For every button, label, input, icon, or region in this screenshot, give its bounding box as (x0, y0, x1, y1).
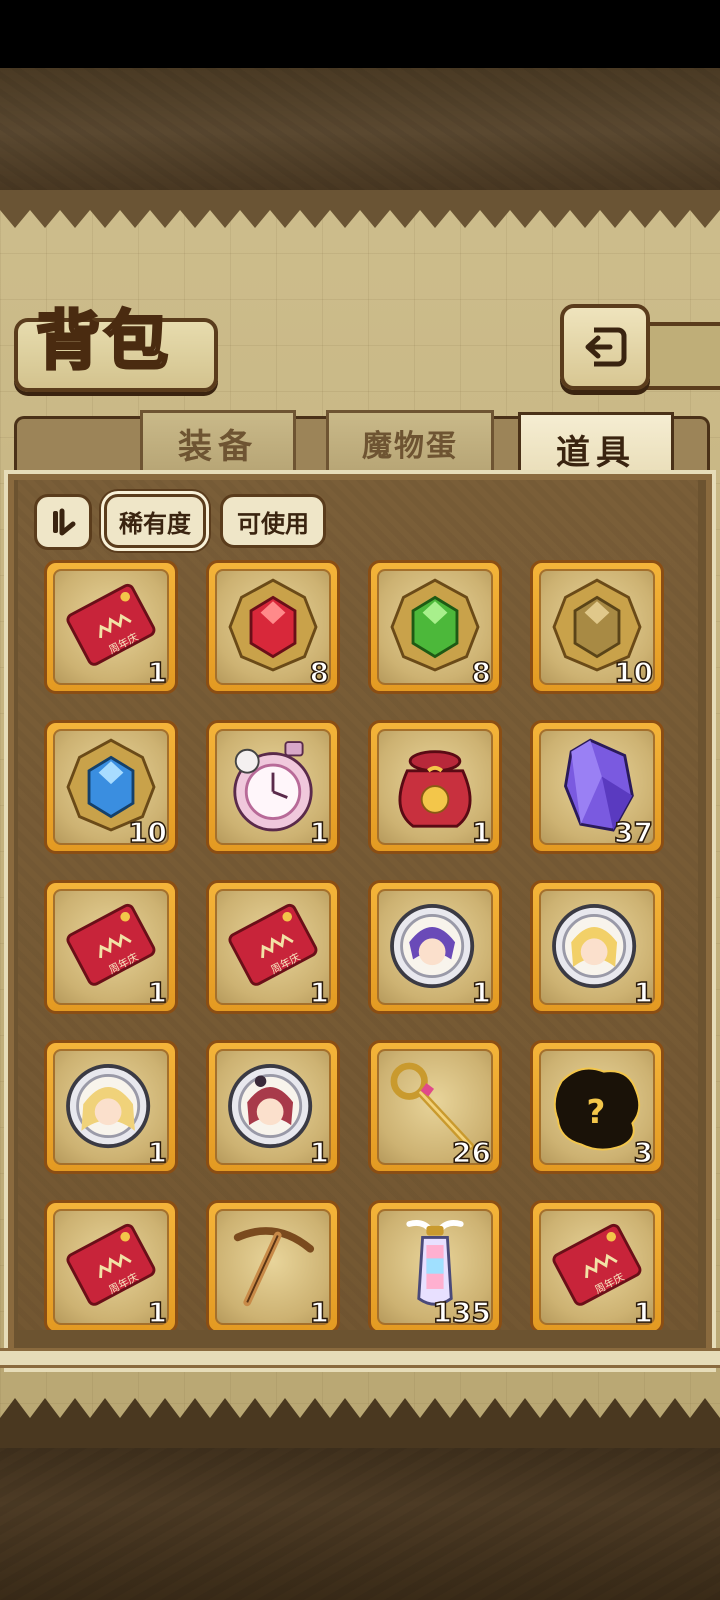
item-slot[interactable]: 周年庆 1 (530, 1200, 664, 1330)
item-slot[interactable]: 37 (530, 720, 664, 854)
item-count: 1 (309, 975, 330, 1010)
zigzag-edge-bottom (0, 1398, 720, 1448)
item-slot[interactable]: 10 (44, 720, 178, 854)
item-slot[interactable]: 1 (206, 720, 340, 854)
item-count: 1 (147, 975, 168, 1010)
return-arrow-icon (585, 327, 627, 367)
tab-equipment[interactable]: 装备 (140, 410, 296, 476)
item-count: 8 (471, 655, 492, 690)
tab-monster-eggs[interactable]: 魔物蛋 (326, 410, 494, 476)
item-count: 135 (432, 1295, 492, 1330)
item-count: 1 (309, 815, 330, 850)
item-slot[interactable]: 1 (368, 880, 502, 1014)
item-slot[interactable]: 周年庆 1 (206, 880, 340, 1014)
item-slot[interactable]: 10 (530, 560, 664, 694)
item-count: 1 (471, 815, 492, 850)
item-count: 1 (309, 1295, 330, 1330)
back-button[interactable] (560, 304, 650, 390)
item-count: 1 (471, 975, 492, 1010)
item-slot[interactable]: 周年庆 1 (44, 880, 178, 1014)
sort-toggle-icon (53, 508, 76, 536)
item-slot[interactable]: 1 (368, 720, 502, 854)
page-title: 背包 (35, 303, 172, 381)
item-slot[interactable]: 1 (530, 880, 664, 1014)
item-count: 1 (633, 975, 654, 1010)
item-count: 10 (613, 655, 653, 690)
item-count: 37 (613, 815, 653, 850)
sort-order-button[interactable] (34, 494, 92, 550)
item-slot[interactable]: 1 (206, 1040, 340, 1174)
status-bar (0, 0, 720, 68)
item-count: 1 (147, 1295, 168, 1330)
item-slot[interactable]: 1 (44, 1040, 178, 1174)
item-count: 1 (147, 655, 168, 690)
item-count: 26 (451, 1135, 491, 1170)
item-slot[interactable]: 周年庆 1 (44, 1200, 178, 1330)
item-count: 1 (633, 1295, 654, 1330)
item-count: 10 (127, 815, 167, 850)
item-count: 1 (147, 1135, 168, 1170)
filter-usable-button[interactable]: 可使用 (220, 494, 326, 548)
filter-rarity-button[interactable]: 稀有度 (104, 494, 206, 548)
item-grid: 周年庆 1 8 8 10 10 1 1 37 周年庆 1 周年庆 1 1 1 1… (20, 552, 700, 1330)
item-count: 1 (309, 1135, 330, 1170)
item-slot[interactable]: 8 (206, 560, 340, 694)
item-slot[interactable]: ? 3 (530, 1040, 664, 1174)
item-slot[interactable]: 135 (368, 1200, 502, 1330)
item-slot[interactable]: 周年庆 1 (44, 560, 178, 694)
panel-bottom-rail (0, 1348, 720, 1368)
item-count: 8 (309, 655, 330, 690)
item-slot[interactable]: 26 (368, 1040, 502, 1174)
map-background-top (0, 68, 720, 198)
map-background-bottom (0, 1440, 720, 1600)
zigzag-edge-top (0, 190, 720, 228)
item-slot[interactable]: 1 (206, 1200, 340, 1330)
question-mark: ? (586, 1093, 605, 1131)
item-count: 3 (633, 1135, 654, 1170)
item-slot[interactable]: 8 (368, 560, 502, 694)
